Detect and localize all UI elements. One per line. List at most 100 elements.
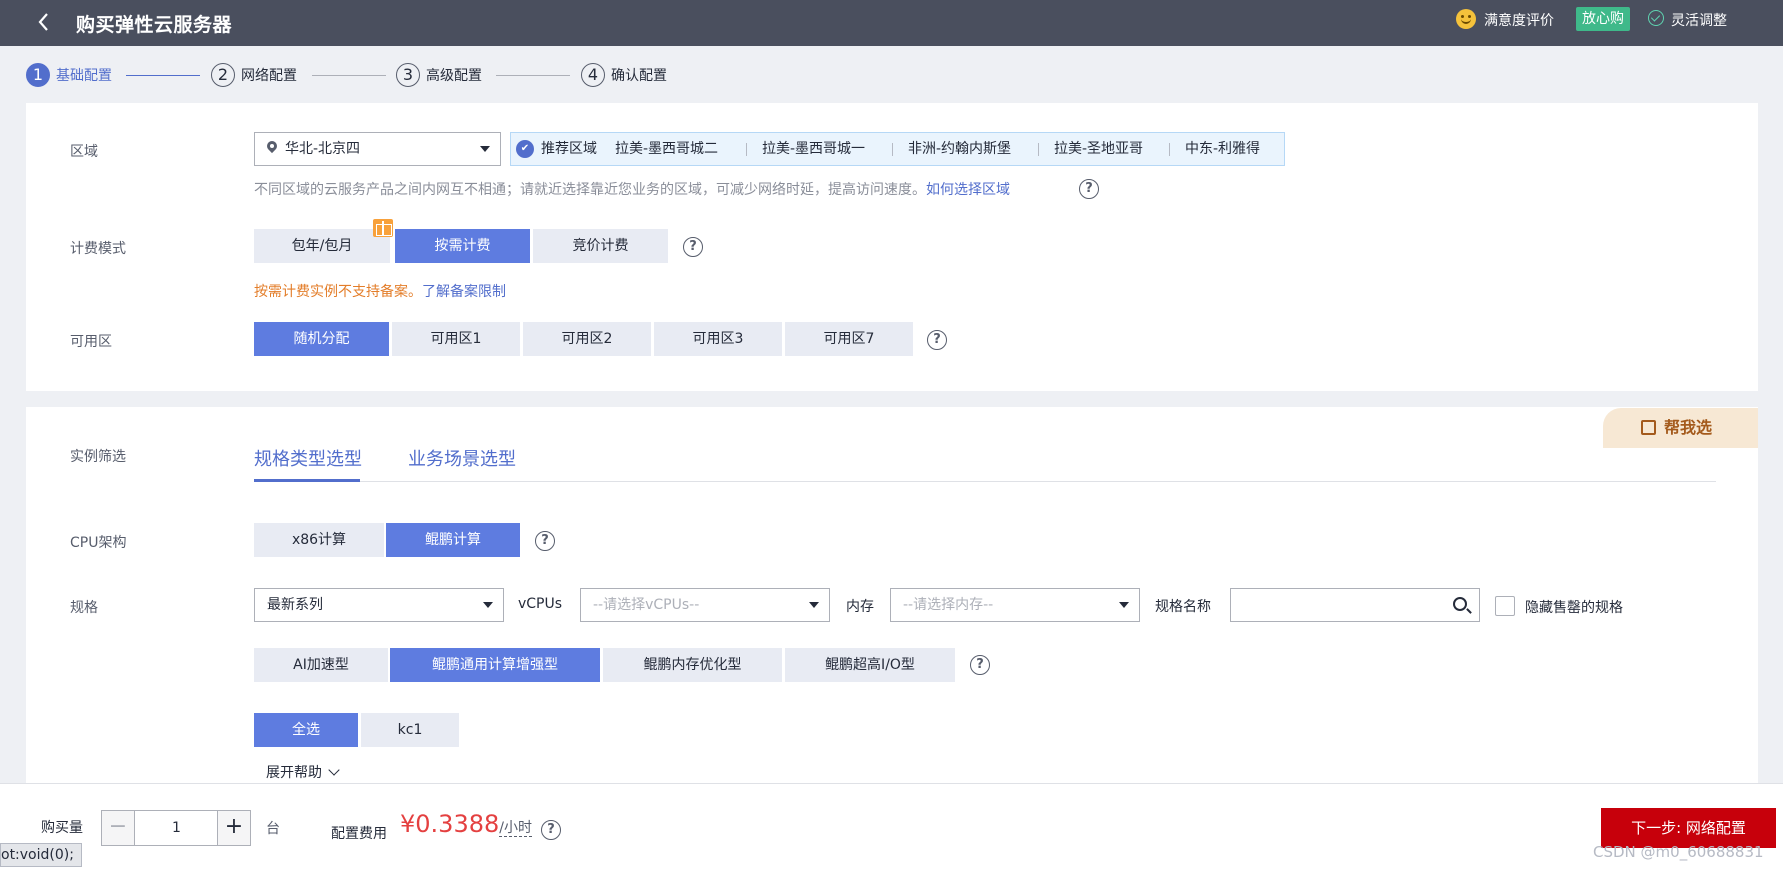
zone-label: 可用区 [70, 334, 112, 350]
price-unit[interactable]: /小时 [499, 820, 532, 837]
memory-label: 内存 [846, 599, 874, 615]
spec-name-input[interactable] [1230, 588, 1480, 622]
region-hint: 不同区域的云服务产品之间内网互不相通；请就近选择靠近您业务的区域，可减少网络时延… [254, 179, 1010, 199]
price-amount: ¥0.3388 [400, 810, 500, 838]
instance-filter-label: 实例筛选 [70, 449, 126, 465]
zone-7[interactable]: 可用区7 [785, 322, 913, 356]
vcpus-label: vCPUs [518, 596, 563, 612]
cpu-x86[interactable]: x86计算 [254, 523, 384, 557]
smiley-icon[interactable] [1456, 9, 1476, 29]
help-circle-icon[interactable]: ? [683, 237, 703, 257]
billing-spot[interactable]: 竞价计费 [533, 229, 668, 263]
vcpus-select[interactable]: --请选择vCPUs-- [580, 588, 830, 622]
back-arrow-icon[interactable] [34, 8, 54, 36]
region-hint-text: 不同区域的云服务产品之间内网互不相通；请就近选择靠近您业务的区域，可减少网络时延… [254, 182, 926, 198]
tab-business-scenario[interactable]: 业务场景选型 [408, 445, 516, 471]
family-kc1[interactable]: kc1 [361, 713, 459, 747]
memory-select[interactable]: --请选择内存-- [890, 588, 1140, 622]
step-connector [312, 75, 386, 76]
quantity-stepper: − 1 + [101, 810, 251, 846]
hide-soldout-label[interactable]: 隐藏售罄的规格 [1525, 597, 1623, 617]
step-confirm-config[interactable]: 4 确认配置 [581, 62, 667, 88]
type-kunpeng-general-enhanced[interactable]: 鲲鹏通用计算增强型 [390, 648, 600, 682]
recommended-region[interactable]: 拉美-墨西哥城一 [762, 133, 865, 165]
step-label: 基础配置 [56, 68, 112, 84]
top-header: 购买弹性云服务器 满意度评价 放心购 灵活调整 [0, 0, 1783, 46]
series-select[interactable]: 最新系列 [254, 588, 504, 622]
quantity-input[interactable]: 1 [136, 811, 217, 845]
vcpus-placeholder: --请选择vCPUs-- [593, 597, 700, 613]
step-connector [496, 75, 570, 76]
step-network-config[interactable]: 2 网络配置 [211, 62, 297, 88]
help-circle-icon[interactable]: ? [927, 330, 947, 350]
step-number: 1 [26, 63, 50, 87]
help-me-choose-button[interactable]: 帮我选 [1603, 408, 1758, 448]
minus-icon[interactable]: − [102, 811, 135, 845]
billing-yearly-monthly[interactable]: 包年/包月 [254, 229, 390, 263]
billing-warning: 按需计费实例不支持备案。了解备案限制 [254, 281, 506, 301]
caret-down-icon [1119, 602, 1129, 608]
filing-limits-link[interactable]: 了解备案限制 [422, 284, 506, 300]
tab-divider [254, 481, 1716, 482]
watermark: CSDN @m0_60688831 [1593, 843, 1764, 861]
type-kunpeng-memory-optimized[interactable]: 鲲鹏内存优化型 [603, 648, 782, 682]
billing-warning-text: 按需计费实例不支持备案。 [254, 284, 422, 300]
quantity-label: 购买量 [41, 820, 83, 836]
location-pin-icon [267, 141, 277, 155]
region-value: 华北-北京四 [285, 141, 361, 157]
active-tab-underline [254, 479, 360, 482]
flexible-adjust-link[interactable]: 灵活调整 [1671, 10, 1727, 30]
step-advanced-config[interactable]: 3 高级配置 [396, 62, 482, 88]
tab-spec-type[interactable]: 规格类型选型 [254, 445, 362, 471]
separator [1169, 143, 1170, 156]
recommended-region[interactable]: 拉美-圣地亚哥 [1054, 133, 1143, 165]
check-circle-icon [1648, 10, 1664, 26]
hide-soldout-checkbox[interactable] [1495, 596, 1515, 616]
recommended-region[interactable]: 非洲-约翰内斯堡 [908, 133, 1011, 165]
caret-down-icon [483, 602, 493, 608]
search-icon[interactable] [1453, 597, 1467, 611]
caret-down-icon [809, 602, 819, 608]
step-label: 确认配置 [611, 68, 667, 84]
chevron-down-icon [328, 764, 340, 776]
expand-help-label: 展开帮助 [266, 765, 322, 781]
type-ai-accelerated[interactable]: AI加速型 [254, 648, 388, 682]
expand-help[interactable]: 展开帮助 [266, 762, 340, 782]
region-label: 区域 [70, 144, 98, 160]
billing-on-demand[interactable]: 按需计费 [395, 229, 530, 263]
fee-label: 配置费用 [331, 826, 387, 842]
pointer-icon [1641, 420, 1656, 435]
family-select-all[interactable]: 全选 [254, 713, 358, 747]
next-network-config-button[interactable]: 下一步: 网络配置 [1601, 808, 1776, 848]
help-circle-icon[interactable]: ? [1079, 179, 1099, 199]
thumbs-up-icon: ✔ [516, 140, 534, 158]
memory-placeholder: --请选择内存-- [903, 597, 994, 613]
recommended-region[interactable]: 拉美-墨西哥城二 [615, 133, 718, 165]
help-circle-icon[interactable]: ? [535, 531, 555, 551]
zone-1[interactable]: 可用区1 [392, 322, 520, 356]
zone-2[interactable]: 可用区2 [523, 322, 651, 356]
help-circle-icon[interactable]: ? [970, 655, 990, 675]
billing-label: 计费模式 [70, 241, 126, 257]
plus-icon[interactable]: + [217, 811, 250, 845]
zone-random[interactable]: 随机分配 [254, 322, 389, 356]
type-kunpeng-ultra-io[interactable]: 鲲鹏超高I/O型 [785, 648, 955, 682]
region-select[interactable]: 华北-北京四 [254, 132, 501, 166]
zone-3[interactable]: 可用区3 [654, 322, 782, 356]
how-to-choose-region-link[interactable]: 如何选择区域 [926, 182, 1010, 198]
step-basic-config[interactable]: 1 基础配置 [26, 62, 112, 88]
status-bar-url: ot:void(0); [0, 843, 82, 867]
step-label: 网络配置 [241, 68, 297, 84]
step-label: 高级配置 [426, 68, 482, 84]
recommend-label: 推荐区域 [541, 141, 597, 157]
separator [746, 143, 747, 156]
step-number: 2 [211, 63, 235, 87]
assurance-badge[interactable]: 放心购 [1576, 7, 1630, 31]
step-connector [126, 75, 200, 76]
help-me-choose-label: 帮我选 [1664, 418, 1713, 437]
satisfaction-link[interactable]: 满意度评价 [1484, 10, 1554, 30]
help-circle-icon[interactable]: ? [541, 820, 561, 840]
page-title: 购买弹性云服务器 [76, 14, 233, 36]
recommended-region[interactable]: 中东-利雅得 [1185, 133, 1260, 165]
cpu-kunpeng[interactable]: 鲲鹏计算 [386, 523, 520, 557]
